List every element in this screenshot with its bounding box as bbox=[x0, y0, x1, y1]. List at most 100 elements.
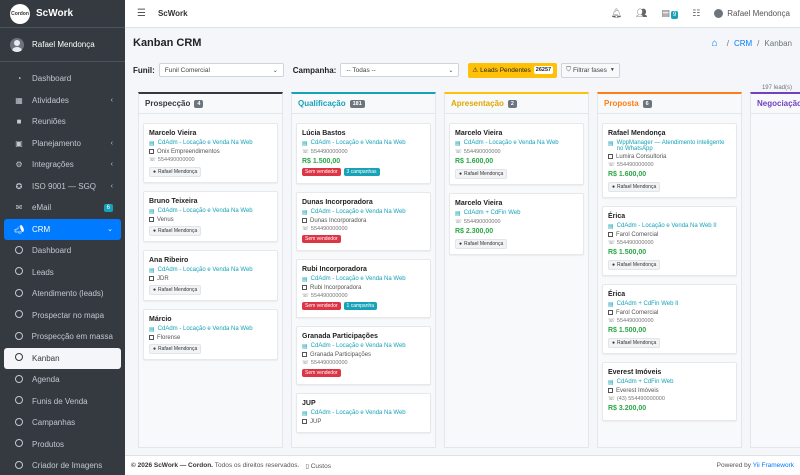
lead-title: Rafael Mendonça bbox=[608, 130, 666, 137]
footer-costs-link[interactable]: ▯ Custos bbox=[305, 462, 331, 470]
lead-card[interactable]: Everest Imóveis ▤ CdAdm + CdFin Web Everest… bbox=[602, 362, 737, 422]
users-icon[interactable]: 👥︎ bbox=[636, 8, 647, 19]
lead-card[interactable]: Marcelo Vieira ▤ CdAdm - Locação e Venda N… bbox=[449, 123, 584, 185]
lead-campaign-link[interactable]: ▤ CdAdm - Locação e Venda Na Web II bbox=[608, 223, 731, 230]
lead-campaign-link[interactable]: ▤ CdAdm - Locação e Venda Na Web bbox=[149, 140, 272, 147]
lead-campaign-link[interactable]: ▤ CdAdm - Locação e Venda Na Web bbox=[455, 140, 578, 147]
lead-card[interactable]: Marcelo Vieira ▤ CdAdm + CdFin Web ☏ 5544900… bbox=[449, 193, 584, 255]
sidebar-item-integra-es[interactable]: ⚙ Integrações ‹ bbox=[4, 154, 121, 176]
lead-card[interactable]: Bruno Teixeira ▤ CdAdm - Locação e Venda N… bbox=[143, 191, 278, 243]
column-header[interactable]: Negociação bbox=[751, 94, 800, 114]
sidebar-item-atividades[interactable]: ▦ Atividades ‹ bbox=[4, 90, 121, 112]
sidebar-item-crm-dashboard[interactable]: Dashboard bbox=[4, 240, 121, 262]
owner-badge: ● Rafael Mendonça bbox=[608, 182, 661, 193]
lead-campaign-link[interactable]: ▤ CdAdm + CdFin Web bbox=[455, 210, 578, 217]
sidebar-item-crm[interactable]: 📣︎ CRM ⌄ bbox=[4, 218, 121, 240]
sidebar-item-crm-leads[interactable]: Leads bbox=[4, 262, 121, 284]
phone-icon: ☏ bbox=[302, 360, 309, 367]
lead-campaign-link[interactable]: ▤ CdAdm - Locação e Venda Na Web bbox=[302, 209, 425, 216]
calendar-icon: ▦ bbox=[15, 95, 23, 105]
lead-company: Onix Empreendimentos bbox=[149, 149, 272, 155]
page-title: Kanban CRM bbox=[133, 37, 202, 49]
sidebar-item-crm-prospeccao-em-massa[interactable]: Prospecção em massa bbox=[4, 326, 121, 348]
sidebar-item-iso-9001-sgq[interactable]: ✪ ISO 9001 — SGQ ‹ bbox=[4, 176, 121, 198]
lead-card[interactable]: Dunas Incorporadora ▤ CdAdm - Locação e Ve… bbox=[296, 192, 431, 252]
home-icon[interactable]: ⌂ bbox=[712, 38, 718, 49]
sidebar-item-dashboard[interactable]: ◔ Dashboard bbox=[4, 68, 121, 90]
breadcrumb-kanban: Kanban bbox=[764, 38, 792, 48]
lead-card[interactable]: Rafael Mendonça ▤ WppManager — Atendimento… bbox=[602, 123, 737, 199]
sidebar-item-crm-campanhas[interactable]: Campanhas bbox=[4, 412, 121, 434]
sidebar-user-panel[interactable]: Rafael Mendonça bbox=[0, 28, 125, 62]
lead-card[interactable]: Ana Ribeiro ▤ CdAdm - Locação e Venda Na W… bbox=[143, 250, 278, 302]
lead-campaign-link[interactable]: ▤ CdAdm - Locação e Venda Na Web bbox=[302, 410, 425, 417]
brand[interactable]: Cordon ScWork bbox=[0, 0, 125, 28]
sidebar-item-reuni-es[interactable]: ■ Reuniões bbox=[4, 111, 121, 133]
campaign-icon: ▤ bbox=[149, 327, 155, 334]
lead-title: Marcelo Vieira bbox=[149, 130, 197, 137]
lead-campaign-link[interactable]: ▤ CdAdm + CdFin Web bbox=[608, 379, 731, 386]
column-header[interactable]: Proposta 6 bbox=[598, 94, 741, 114]
lead-card[interactable]: Lúcia Bastos ▤ CdAdm - Locação e Venda Na … bbox=[296, 123, 431, 184]
bell-icon[interactable]: 🔔︎ bbox=[610, 8, 621, 19]
lead-card[interactable]: Rubi Incorporadora ▤ CdAdm - Locação e Ven… bbox=[296, 259, 431, 319]
lead-card[interactable]: Granada Participações ▤ CdAdm - Locação e … bbox=[296, 326, 431, 386]
owner-name: Rafael Mendonça bbox=[158, 346, 198, 353]
lead-campaign-link[interactable]: ▤ CdAdm - Locação e Venda Na Web bbox=[149, 326, 272, 333]
sidebar-item-crm-funis-de-venda[interactable]: Funis de Venda bbox=[4, 391, 121, 413]
lead-title: Marcelo Vieira bbox=[455, 130, 503, 137]
lead-campaign-link[interactable]: ▤ CdAdm - Locação e Venda Na Web bbox=[302, 276, 425, 283]
sidebar-item-crm-kanban[interactable]: Kanban bbox=[4, 347, 121, 369]
phone-label: 554490000000 bbox=[463, 149, 501, 155]
column-header[interactable]: Apresentação 2 bbox=[445, 94, 588, 114]
sidebar-item-planejamento[interactable]: ▣ Planejamento ‹ bbox=[4, 133, 121, 155]
topbar-user-name: Rafael Mendonça bbox=[727, 9, 790, 18]
menu-toggle-icon[interactable]: ☰ bbox=[137, 8, 146, 19]
lead-title: Everest Imóveis bbox=[608, 369, 662, 377]
owner-name: Rafael Mendonça bbox=[464, 241, 504, 247]
sidebar-item-crm-atendimento-leads[interactable]: Atendimento (leads) bbox=[4, 283, 121, 305]
lead-campaign-link[interactable]: ▤ CdAdm - Locação e Venda Na Web bbox=[149, 208, 272, 215]
lead-card[interactable]: Érica ▤ CdAdm - Locação e Venda Na Web II F… bbox=[602, 206, 737, 277]
funil-select[interactable]: Funil Comercial ⌄ bbox=[158, 63, 284, 77]
sidebar-item-crm-prospectar-no-mapa[interactable]: Prospectar no mapa bbox=[4, 305, 121, 327]
circle-icon bbox=[14, 460, 24, 471]
footer-framework-link[interactable]: Yii Framework bbox=[753, 462, 794, 469]
owner-name: Rafael Mendonça bbox=[158, 287, 198, 294]
lead-campaign-link[interactable]: ▤ CdAdm - Locação e Venda Na Web bbox=[149, 267, 272, 274]
chevron-down-icon: ⌄ bbox=[448, 67, 454, 74]
lead-campaign-link[interactable]: ▤ WppManager — Atendimento inteligente no… bbox=[608, 140, 731, 152]
footer-copyright: © 2026 ScWork — Cordon. bbox=[131, 462, 213, 469]
company-label: Dunas Incorporadora bbox=[310, 218, 367, 225]
leads-pendentes-button[interactable]: ⚠ Leads Pendentes 26257 bbox=[468, 62, 558, 78]
sidebar-item-crm-criador-de-imagens[interactable]: Criador de Imagens bbox=[4, 455, 121, 475]
lead-campaign-link[interactable]: ▤ CdAdm + CdFin Web II bbox=[608, 301, 731, 308]
sidebar-item-crm-produtos[interactable]: Produtos bbox=[4, 434, 121, 456]
lead-tags: Sem vendedor bbox=[302, 369, 425, 378]
lead-campaign-link[interactable]: ▤ CdAdm - Locação e Venda Na Web bbox=[302, 343, 425, 350]
phone-icon: ☏ bbox=[608, 318, 615, 325]
column-header[interactable]: Prospecção 4 bbox=[139, 94, 282, 114]
sidebar-item-email[interactable]: ✉ eMail 6 bbox=[4, 197, 121, 219]
lead-card[interactable]: Marcelo Vieira ▤ CdAdm - Locação e Venda N… bbox=[143, 123, 278, 184]
brand-logo: Cordon bbox=[10, 3, 30, 24]
phone-label: (43) 554490000000 bbox=[616, 396, 665, 403]
topbar-user-menu[interactable]: Rafael Mendonça bbox=[714, 9, 790, 18]
list-icon[interactable]: ☷ bbox=[692, 8, 700, 19]
sidebar-item-crm-agenda[interactable]: Agenda bbox=[4, 369, 121, 391]
phone-icon: ☏ bbox=[149, 157, 156, 164]
campaign-label: CdAdm - Locação e Venda Na Web bbox=[157, 267, 253, 274]
campanha-select[interactable]: -- Todas -- ⌄ bbox=[340, 63, 460, 77]
lead-card[interactable]: Érica ▤ CdAdm + CdFin Web II Farol Comercia… bbox=[602, 284, 737, 355]
topbar-title[interactable]: ScWork bbox=[158, 9, 188, 18]
lead-card[interactable]: Márcio ▤ CdAdm - Locação e Venda Na Web Flo… bbox=[143, 309, 278, 361]
campaign-label: CdAdm + CdFin Web bbox=[616, 379, 674, 386]
lead-campaign-link[interactable]: ▤ CdAdm - Locação e Venda Na Web bbox=[302, 140, 425, 147]
inbox-icon[interactable]: ▤ 9 bbox=[661, 8, 679, 19]
lead-card[interactable]: JUP ▤ CdAdm - Locação e Venda Na Web JUP bbox=[296, 393, 431, 434]
breadcrumb-crm[interactable]: CRM bbox=[734, 39, 752, 48]
sidebar-item-label: Prospecção em massa bbox=[31, 332, 113, 342]
filtrar-fases-button[interactable]: ⛉ Filtrar fases ▼ bbox=[561, 62, 620, 78]
lead-title: Érica bbox=[608, 291, 626, 299]
column-header[interactable]: Qualificação 181 bbox=[292, 94, 435, 114]
